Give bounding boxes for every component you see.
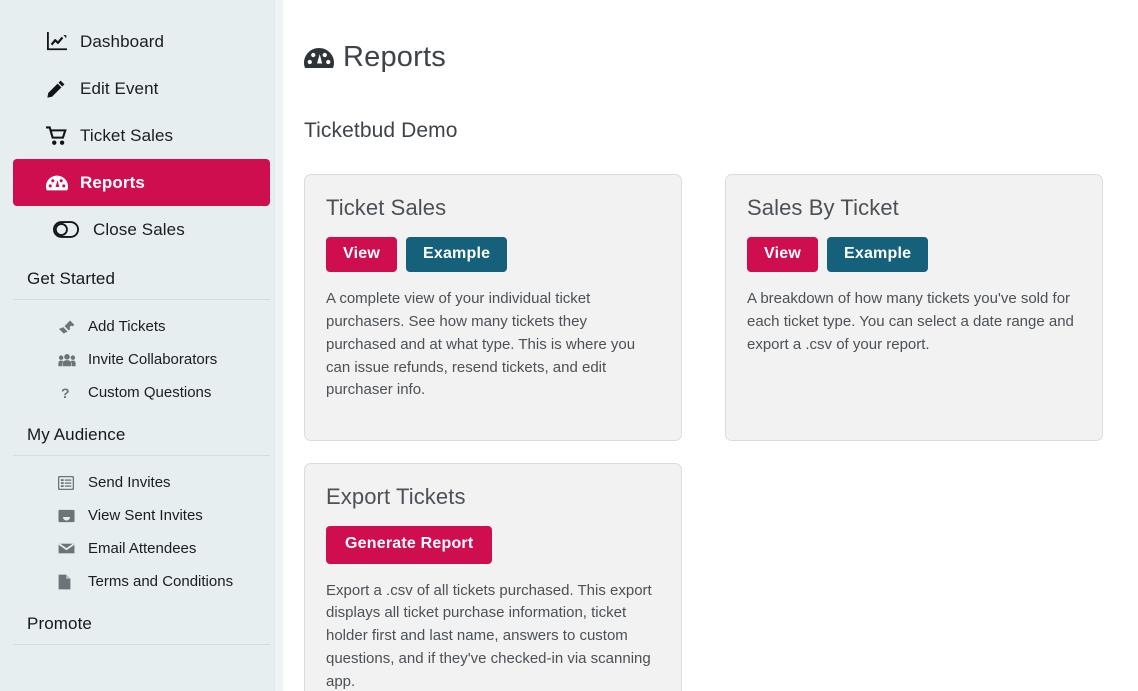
- ticket-icon: [58, 320, 81, 334]
- sidebar-section-promote: Promote: [0, 614, 283, 645]
- sidebar-item-label: Edit Event: [80, 78, 159, 98]
- sidebar-item-label: Send Invites: [88, 474, 171, 491]
- sidebar-item-ticket-sales[interactable]: Ticket Sales: [13, 112, 270, 159]
- sidebar-item-reports[interactable]: Reports: [13, 159, 270, 206]
- sidebar-content: Dashboard Edit Event Ticket Sales Report…: [0, 0, 283, 645]
- shopping-cart-icon: [46, 125, 76, 146]
- page-header: Reports: [304, 22, 1138, 94]
- section-title: My Audience: [27, 425, 126, 444]
- divider: [13, 299, 270, 300]
- divider: [13, 455, 270, 456]
- card-description: Export a .csv of all tickets purchased. …: [326, 581, 652, 690]
- card-description: A complete view of your individual ticke…: [326, 290, 636, 399]
- sidebar-item-add-tickets[interactable]: Add Tickets: [0, 310, 283, 343]
- question-mark-glyph: ?: [61, 384, 70, 401]
- sidebar-item-send-invites[interactable]: Send Invites: [0, 466, 283, 499]
- card-actions: View Example: [326, 236, 660, 273]
- event-name: Ticketbud Demo: [304, 118, 458, 142]
- card-actions: View Example: [747, 236, 1081, 273]
- sidebar-item-custom-questions[interactable]: ? Custom Questions: [0, 376, 283, 409]
- main-content: Reports Ticketbud Demo Ticket Sales View…: [283, 0, 1138, 691]
- sidebar-item-label: Add Tickets: [88, 318, 166, 335]
- sidebar-item-email-attendees[interactable]: Email Attendees: [0, 532, 283, 565]
- view-button[interactable]: View: [326, 236, 397, 273]
- divider: [13, 644, 270, 645]
- generate-report-button[interactable]: Generate Report: [326, 526, 493, 564]
- card-ticket-sales: Ticket Sales View Example A complete vie…: [304, 173, 682, 442]
- inbox-icon: [58, 509, 81, 523]
- card-export-tickets: Export Tickets Generate Report Export a …: [304, 463, 682, 691]
- pencil-icon: [46, 79, 76, 99]
- sidebar-item-close-sales[interactable]: Close Sales: [13, 206, 270, 253]
- sidebar-item-invite-collaborators[interactable]: Invite Collaborators: [0, 343, 283, 376]
- sidebar-item-label: Close Sales: [93, 219, 185, 239]
- sidebar-item-label: Reports: [80, 172, 145, 192]
- question-mark-icon: ?: [58, 386, 81, 400]
- example-button[interactable]: Example: [405, 236, 508, 273]
- sidebar-item-label: Dashboard: [80, 31, 165, 51]
- sidebar-item-label: Terms and Conditions: [88, 573, 234, 590]
- envelope-icon: [58, 542, 81, 555]
- card-title: Export Tickets: [326, 484, 466, 510]
- view-button[interactable]: View: [747, 236, 818, 273]
- card-actions: Generate Report: [326, 526, 660, 564]
- report-cards: Ticket Sales View Example A complete vie…: [304, 173, 1117, 691]
- sidebar-section-my-audience: My Audience Send Invites View Sent Invit…: [0, 425, 283, 598]
- card-sales-by-ticket: Sales By Ticket View Example A breakdown…: [725, 173, 1103, 442]
- sidebar-item-label: Email Attendees: [88, 540, 197, 557]
- toggle-off-icon: [53, 221, 83, 238]
- sidebar-item-dashboard[interactable]: Dashboard: [13, 18, 270, 65]
- tachometer-icon: [304, 47, 334, 69]
- example-button[interactable]: Example: [826, 236, 929, 273]
- primary-nav: Dashboard Edit Event Ticket Sales Report…: [0, 18, 283, 253]
- card-description: A breakdown of how many tickets you've s…: [747, 290, 1074, 353]
- file-icon: [58, 574, 81, 590]
- section-title: Get Started: [27, 269, 116, 288]
- list-alt-icon: [58, 475, 81, 490]
- card-title: Sales By Ticket: [747, 194, 899, 220]
- sidebar-item-label: Custom Questions: [88, 384, 212, 401]
- card-title: Ticket Sales: [326, 194, 447, 220]
- users-icon: [58, 353, 81, 367]
- tachometer-icon: [46, 174, 76, 192]
- sidebar-item-edit-event[interactable]: Edit Event: [13, 65, 270, 112]
- sidebar: Dashboard Edit Event Ticket Sales Report…: [0, 0, 283, 691]
- sidebar-item-label: View Sent Invites: [88, 507, 203, 524]
- page-title: Reports: [343, 41, 446, 74]
- section-title: Promote: [27, 614, 92, 633]
- app-root: Dashboard Edit Event Ticket Sales Report…: [0, 0, 1138, 691]
- sidebar-item-label: Ticket Sales: [80, 125, 174, 145]
- sidebar-item-label: Invite Collaborators: [88, 351, 218, 368]
- sidebar-item-view-sent-invites[interactable]: View Sent Invites: [0, 499, 283, 532]
- sidebar-scrollbar[interactable]: [274, 0, 283, 691]
- sidebar-section-get-started: Get Started Add Tickets Invite Collabora…: [0, 269, 283, 409]
- sidebar-item-terms-and-conditions[interactable]: Terms and Conditions: [0, 565, 283, 598]
- chart-line-icon: [46, 31, 76, 52]
